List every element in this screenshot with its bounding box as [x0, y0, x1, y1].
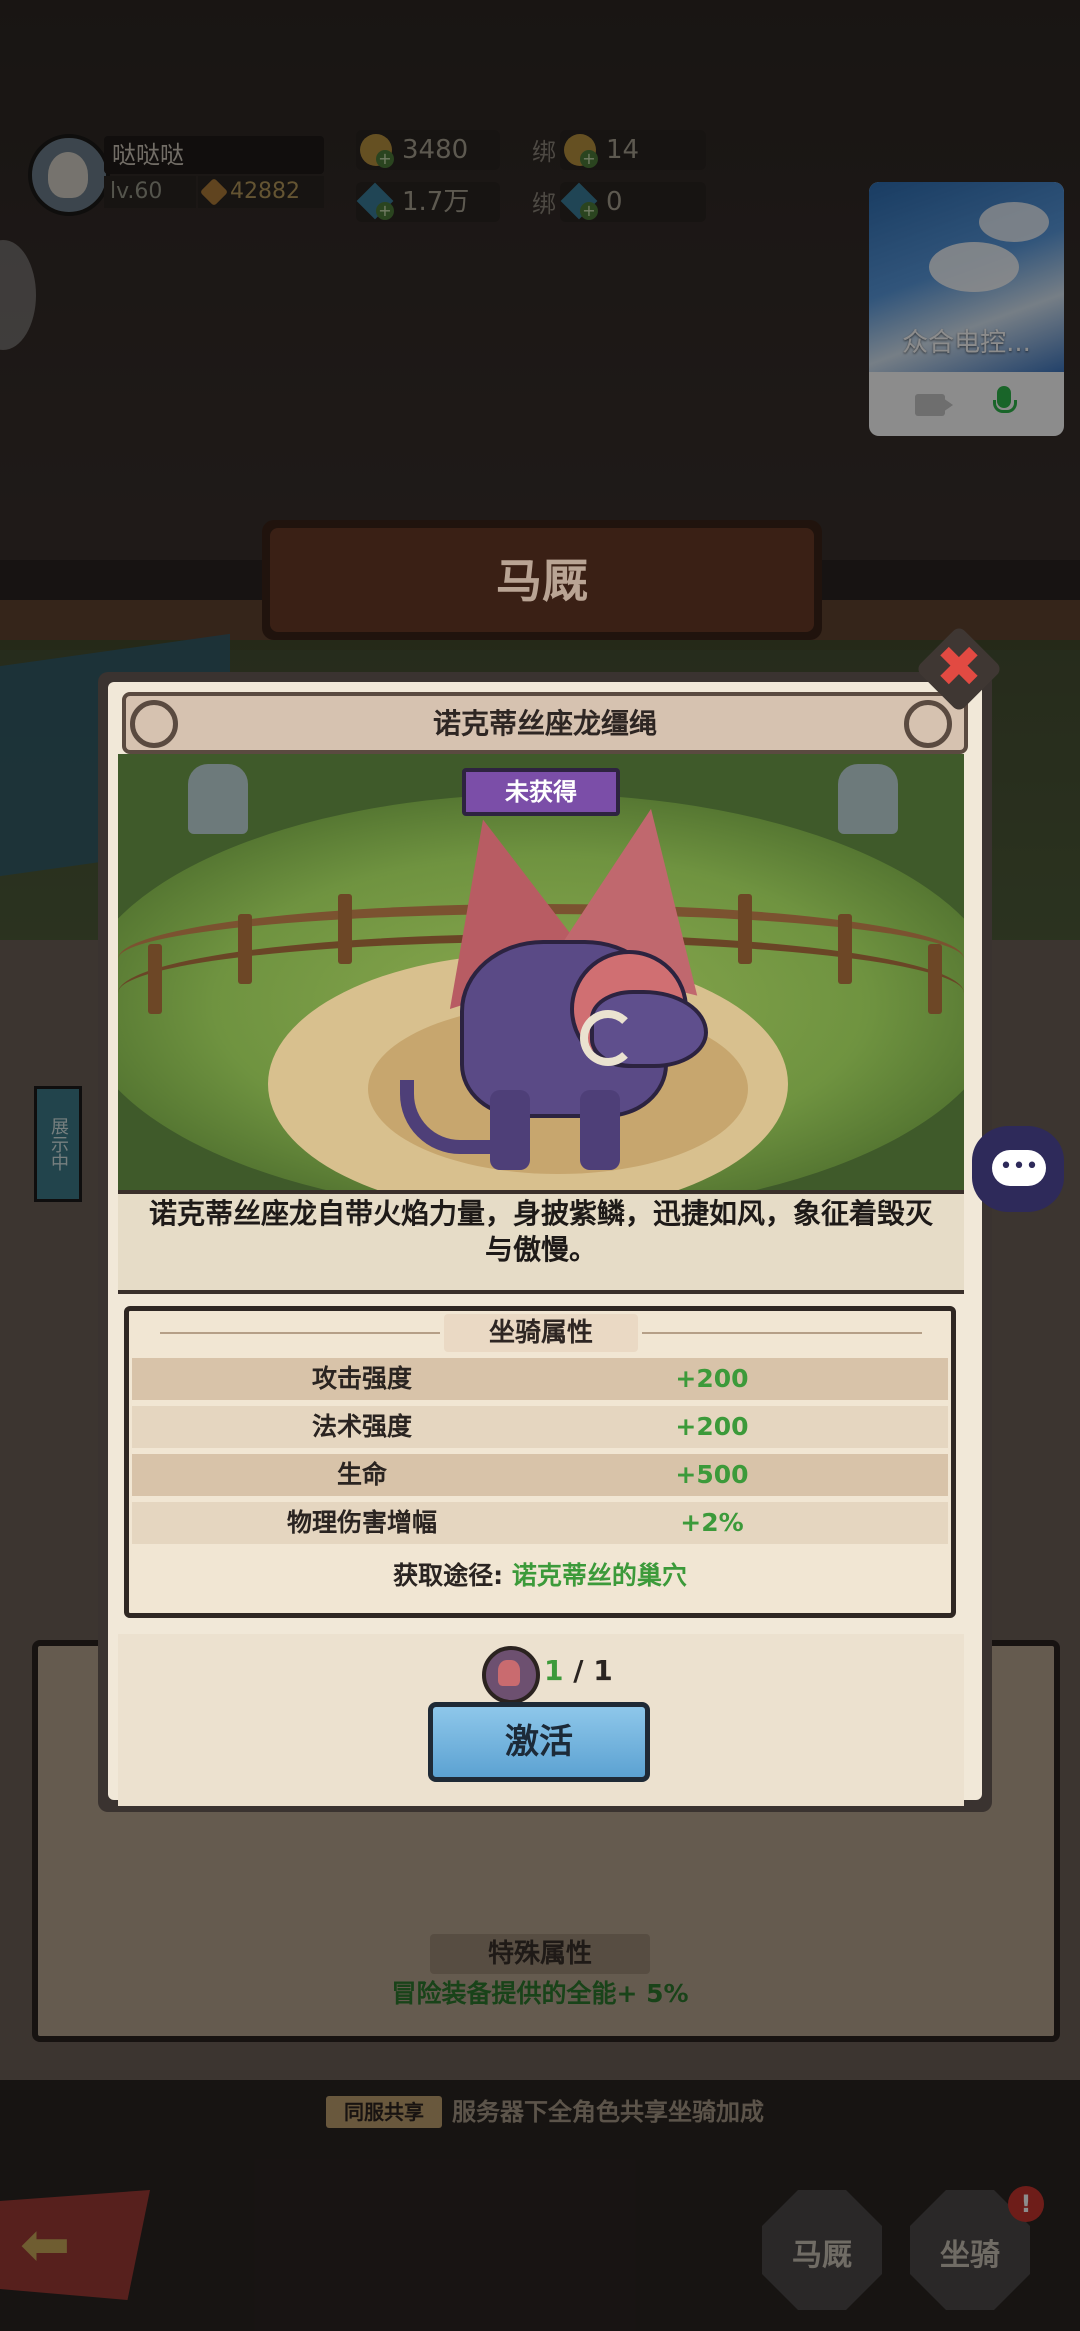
attribute-value: +500	[675, 1460, 749, 1489]
attribute-name: 物理伤害增幅	[286, 1508, 437, 1537]
modal-title: 诺克蒂丝座龙缰绳	[432, 707, 657, 740]
activate-button[interactable]: 激活	[428, 1702, 650, 1782]
item-count-have: 1	[544, 1654, 564, 1687]
attribute-value: +2%	[680, 1508, 744, 1537]
close-button[interactable]: ✖	[915, 625, 1003, 713]
attribute-value: +200	[675, 1364, 749, 1393]
item-count: 1 / 1	[544, 1654, 613, 1687]
attributes-title: 坐骑属性	[444, 1314, 638, 1352]
divider	[642, 1332, 922, 1334]
source-label: 获取途径:	[393, 1561, 504, 1590]
rein-item-icon[interactable]	[482, 1646, 540, 1704]
attribute-row: 法术强度 +200	[132, 1406, 948, 1448]
attribute-row: 物理伤害增幅 +2%	[132, 1502, 948, 1544]
page-title: 马厩	[496, 554, 588, 608]
mount-description: 诺克蒂丝座龙自带火焰力量，身披紫鳞，迅捷如风，象征着毁灭与傲慢。	[148, 1197, 933, 1266]
attribute-name: 法术强度	[311, 1412, 412, 1441]
attribute-row: 攻击强度 +200	[132, 1358, 948, 1400]
divider	[160, 1332, 440, 1334]
attribute-name: 生命	[336, 1460, 387, 1489]
attribute-name: 攻击强度	[311, 1364, 412, 1393]
item-count-need: 1	[593, 1654, 613, 1687]
attribute-row: 生命 +500	[132, 1454, 948, 1496]
status-badge: 未获得	[462, 768, 620, 816]
close-icon: ✖	[935, 635, 983, 700]
item-count-separator: /	[573, 1654, 584, 1687]
chat-bubble-icon[interactable]	[972, 1126, 1064, 1212]
acquisition-source: 获取途径: 诺克蒂丝的巢穴	[132, 1556, 948, 1592]
source-value[interactable]: 诺克蒂丝的巢穴	[512, 1561, 687, 1590]
dragon-mount-image	[397, 794, 739, 1180]
attribute-value: +200	[675, 1412, 749, 1441]
